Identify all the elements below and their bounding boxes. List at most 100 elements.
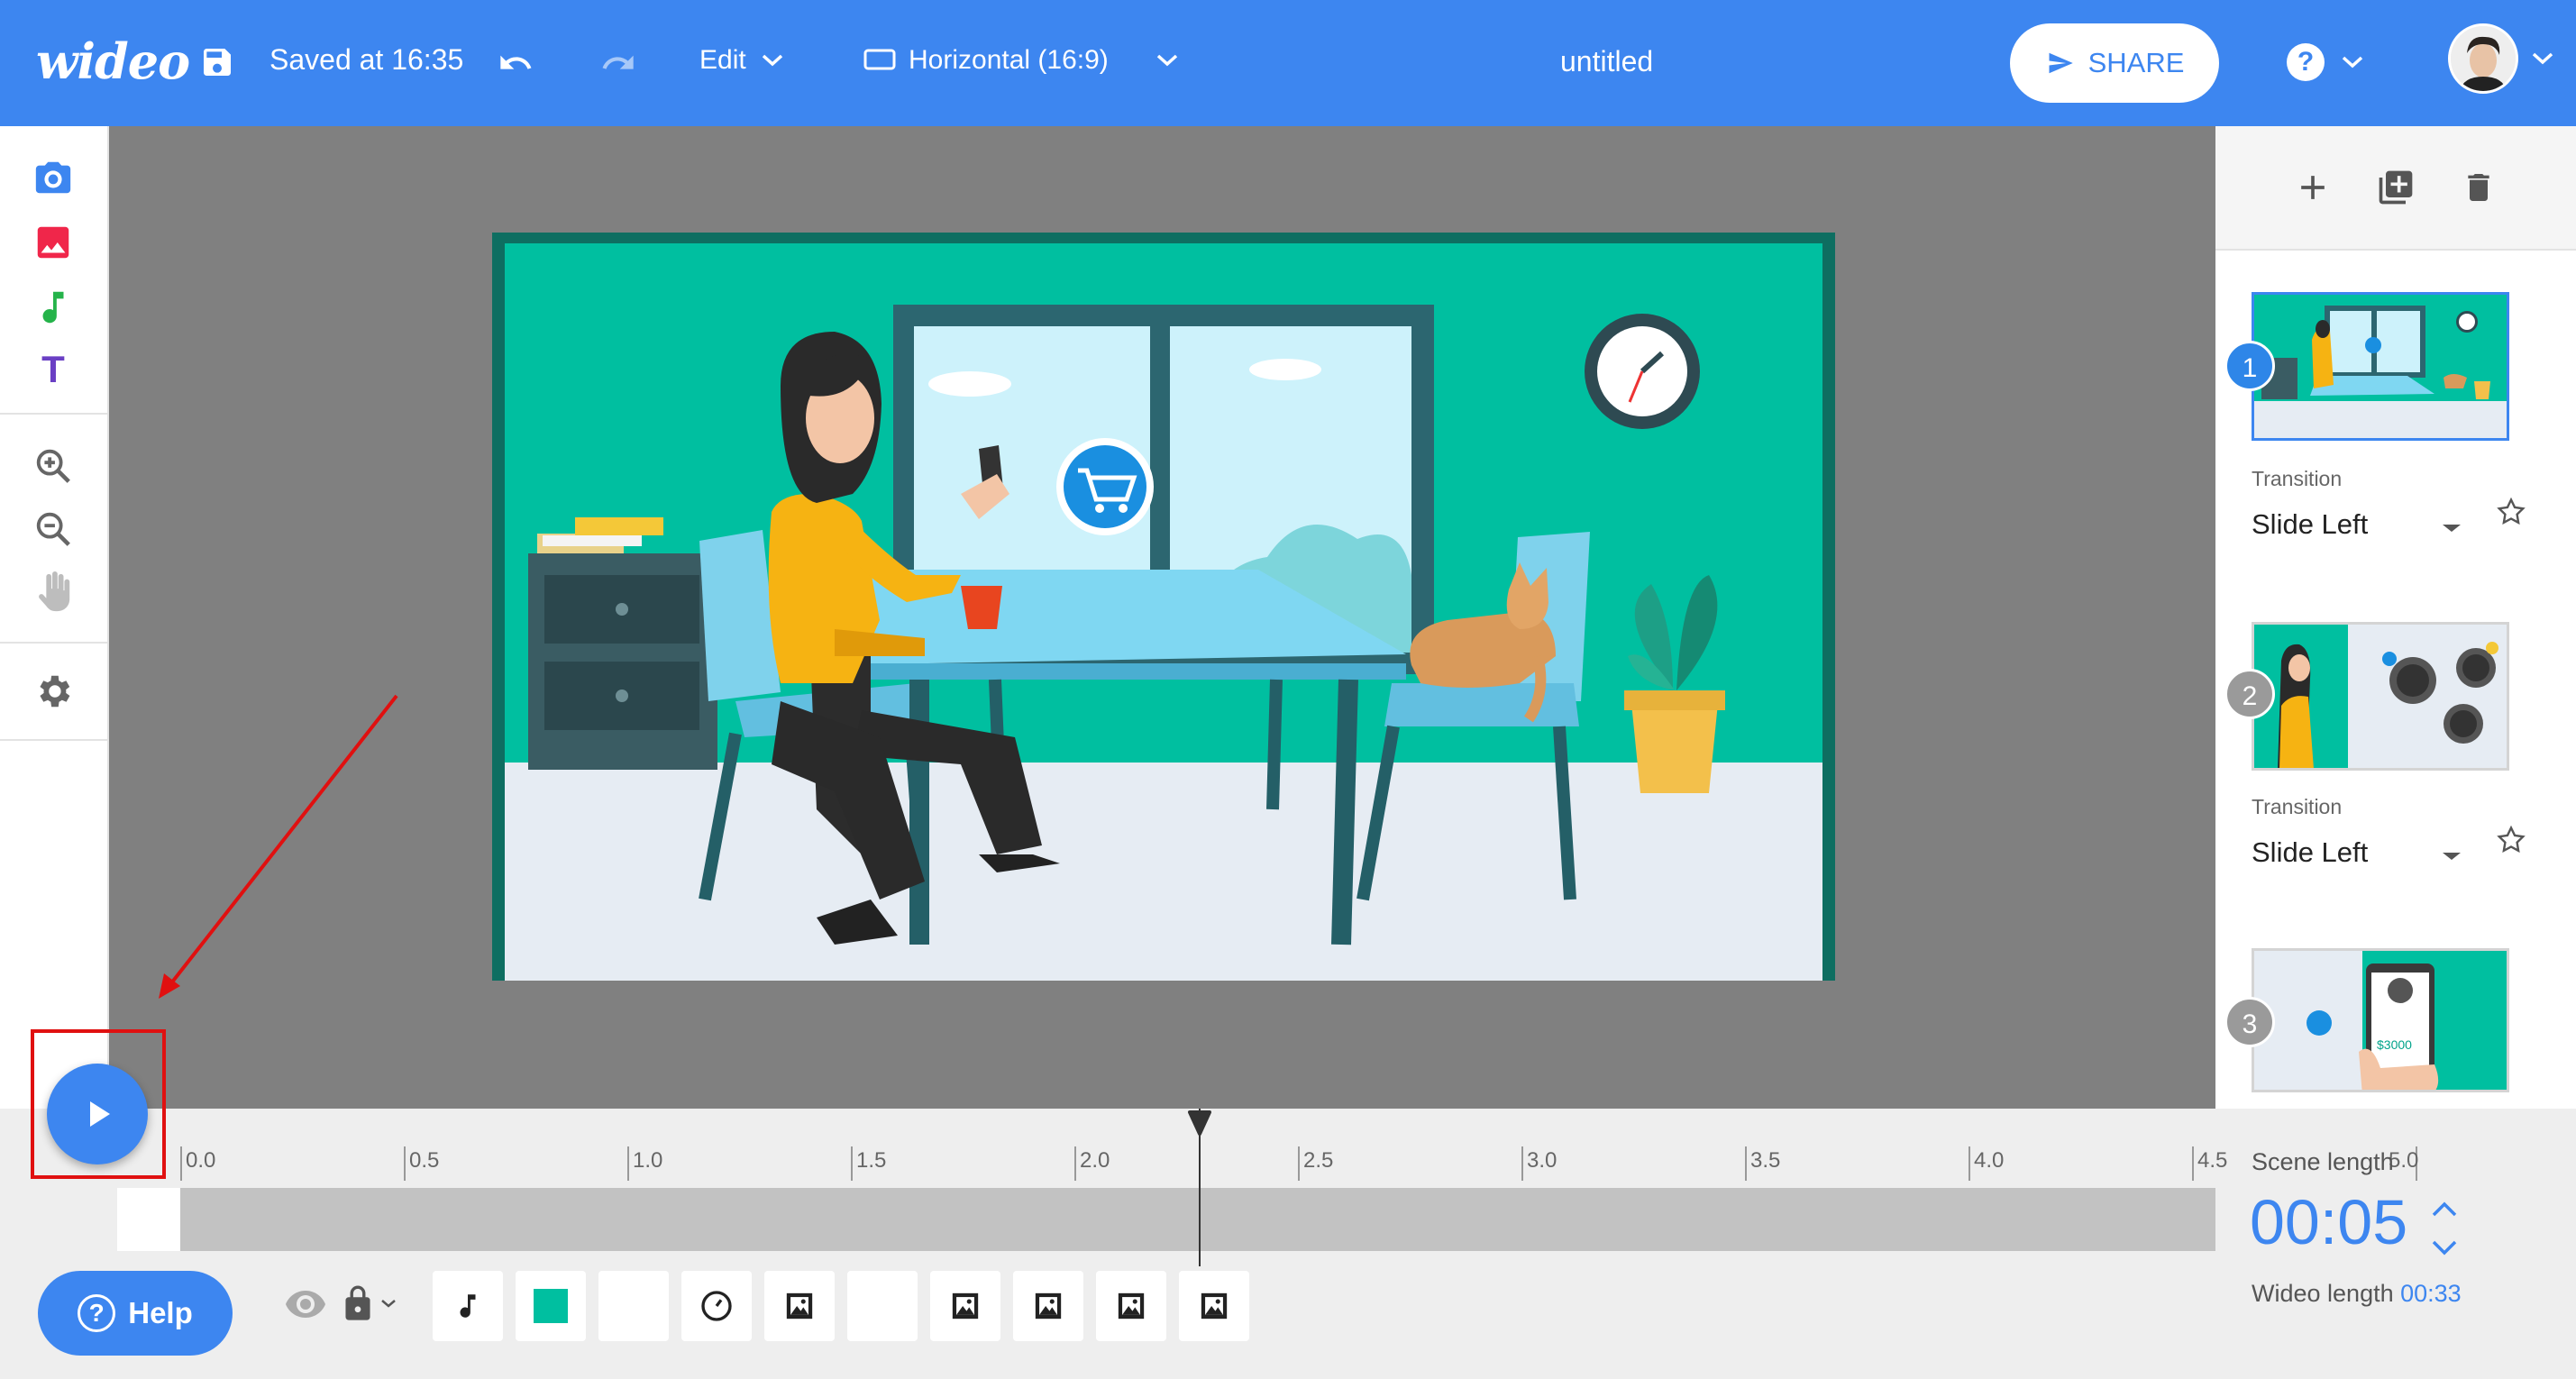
ruler-tick-label: 3.0 xyxy=(1527,1148,1557,1173)
scene-number-badge: 1 xyxy=(2224,341,2275,391)
ruler-tick-label: 1.5 xyxy=(856,1148,887,1173)
saved-status: Saved at 16:35 xyxy=(269,43,464,76)
layer-clock-icon[interactable] xyxy=(681,1271,752,1341)
settings-icon[interactable] xyxy=(32,671,74,712)
play-button[interactable] xyxy=(47,1064,148,1164)
ruler-tick-label: 4.5 xyxy=(2197,1148,2228,1173)
video-length: Wideo length 00:33 xyxy=(2252,1280,2462,1308)
format-label: Horizontal (16:9) xyxy=(909,45,1109,75)
ruler-tick-label: 0.0 xyxy=(186,1148,216,1173)
ruler-tick-label: 2.0 xyxy=(1080,1148,1110,1173)
play-icon xyxy=(90,1101,110,1127)
share-label: SHARE xyxy=(2087,47,2185,78)
undo-icon[interactable] xyxy=(496,45,535,81)
layer-image-icon[interactable] xyxy=(1096,1271,1166,1341)
save-icon[interactable] xyxy=(199,44,235,80)
document-title[interactable]: untitled xyxy=(1560,45,1653,78)
redo-icon[interactable] xyxy=(598,45,638,81)
layer-image-icon[interactable] xyxy=(764,1271,835,1341)
ruler-tick xyxy=(2192,1146,2194,1181)
edit-menu-label: Edit xyxy=(699,45,746,75)
ruler-tick-label: 3.5 xyxy=(1750,1148,1781,1173)
scene-length-value[interactable]: 00:05 xyxy=(2250,1186,2407,1258)
text-icon[interactable]: T xyxy=(32,348,74,390)
toolbar-divider xyxy=(0,413,109,415)
zoom-in-icon[interactable] xyxy=(32,445,74,487)
ruler-tick xyxy=(180,1146,182,1181)
delete-scene-icon[interactable] xyxy=(2461,168,2497,207)
zoom-out-icon[interactable] xyxy=(32,508,74,550)
scene-thumbnail-2[interactable] xyxy=(2252,622,2509,771)
scene-preview[interactable] xyxy=(492,233,1835,981)
hand-icon[interactable] xyxy=(32,570,74,612)
help-icon: ? xyxy=(2287,43,2325,81)
layer-image-icon[interactable] xyxy=(1013,1271,1083,1341)
help-label: Help xyxy=(128,1296,193,1329)
help-menu[interactable]: ? xyxy=(2287,43,2364,81)
caret-down-icon[interactable] xyxy=(2441,849,2462,863)
account-menu[interactable] xyxy=(2448,23,2554,94)
transition-select[interactable]: Slide Left xyxy=(2252,508,2368,541)
scene-length-stepper[interactable] xyxy=(2430,1197,2459,1265)
ruler-tick xyxy=(1074,1146,1076,1181)
help-button[interactable]: ? Help xyxy=(38,1271,233,1356)
playhead-handle[interactable] xyxy=(1186,1109,1213,1139)
scene-thumbnail-1[interactable] xyxy=(2252,292,2509,441)
scenes-toolbar xyxy=(2215,126,2576,251)
format-menu[interactable]: Horizontal (16:9) xyxy=(863,45,1179,76)
chevron-down-icon xyxy=(1156,52,1179,68)
ruler-tick xyxy=(1298,1146,1300,1181)
layer-music-icon[interactable] xyxy=(433,1271,503,1341)
chevron-down-icon xyxy=(761,52,784,68)
ruler-tick xyxy=(1745,1146,1747,1181)
lock-menu[interactable] xyxy=(343,1283,397,1323)
layer-button[interactable] xyxy=(847,1271,918,1341)
star-icon[interactable] xyxy=(2495,496,2527,528)
image-icon[interactable] xyxy=(32,222,74,263)
timeline-track[interactable] xyxy=(117,1188,2215,1251)
duplicate-scene-icon[interactable] xyxy=(2376,168,2416,207)
toolbar-divider xyxy=(0,739,109,741)
stepper-arrows-icon xyxy=(2432,1201,2457,1256)
edit-menu[interactable]: Edit xyxy=(699,45,784,76)
track-start-handle[interactable] xyxy=(117,1188,180,1251)
screen-icon xyxy=(863,49,896,72)
scene-number-badge: 3 xyxy=(2224,997,2275,1047)
layer-image-icon[interactable] xyxy=(930,1271,1000,1341)
caret-down-icon[interactable] xyxy=(2441,521,2462,535)
scenes-panel: 1 Transition Slide Left 2 Transition Sli… xyxy=(2215,126,2576,1109)
ruler-tick-label: 4.0 xyxy=(1974,1148,2005,1173)
transition-select[interactable]: Slide Left xyxy=(2252,836,2368,869)
ruler-tick xyxy=(851,1146,853,1181)
ruler-tick-label: 2.5 xyxy=(1303,1148,1334,1173)
layer-color-swatch[interactable] xyxy=(516,1271,586,1341)
scene-thumbnail-3[interactable]: $3000 xyxy=(2252,948,2509,1092)
toolbar-divider xyxy=(0,642,109,644)
ruler-tick xyxy=(1521,1146,1523,1181)
scene-length-label: Scene length xyxy=(2252,1148,2394,1175)
wideo-editor: wideo Saved at 16:35 Edit Horizontal (16… xyxy=(0,0,2576,1379)
chevron-down-icon xyxy=(2531,50,2554,67)
ruler-tick-label: 0.5 xyxy=(409,1148,440,1173)
music-icon[interactable] xyxy=(32,287,74,328)
ruler-tick-label: 1.0 xyxy=(633,1148,663,1173)
wideo-logo[interactable]: wideo xyxy=(36,32,190,90)
transition-label: Transition xyxy=(2252,795,2343,818)
transition-label: Transition xyxy=(2252,467,2343,490)
layer-button[interactable] xyxy=(598,1271,669,1341)
chevron-down-icon xyxy=(2341,54,2364,70)
chevron-down-icon xyxy=(380,1298,397,1309)
send-icon xyxy=(2045,50,2076,77)
help-icon: ? xyxy=(78,1294,116,1332)
star-icon[interactable] xyxy=(2495,824,2527,856)
add-scene-icon[interactable] xyxy=(2293,168,2333,207)
share-button[interactable]: SHARE xyxy=(2010,23,2219,103)
lock-icon xyxy=(343,1283,373,1323)
ruler-tick xyxy=(627,1146,629,1181)
layer-image-icon[interactable] xyxy=(1179,1271,1249,1341)
ruler-tick xyxy=(1969,1146,1970,1181)
camera-icon[interactable] xyxy=(32,157,74,198)
price-label: $3000 xyxy=(2377,1037,2412,1052)
editor-canvas[interactable] xyxy=(109,126,2215,1109)
eye-icon[interactable] xyxy=(284,1289,327,1320)
